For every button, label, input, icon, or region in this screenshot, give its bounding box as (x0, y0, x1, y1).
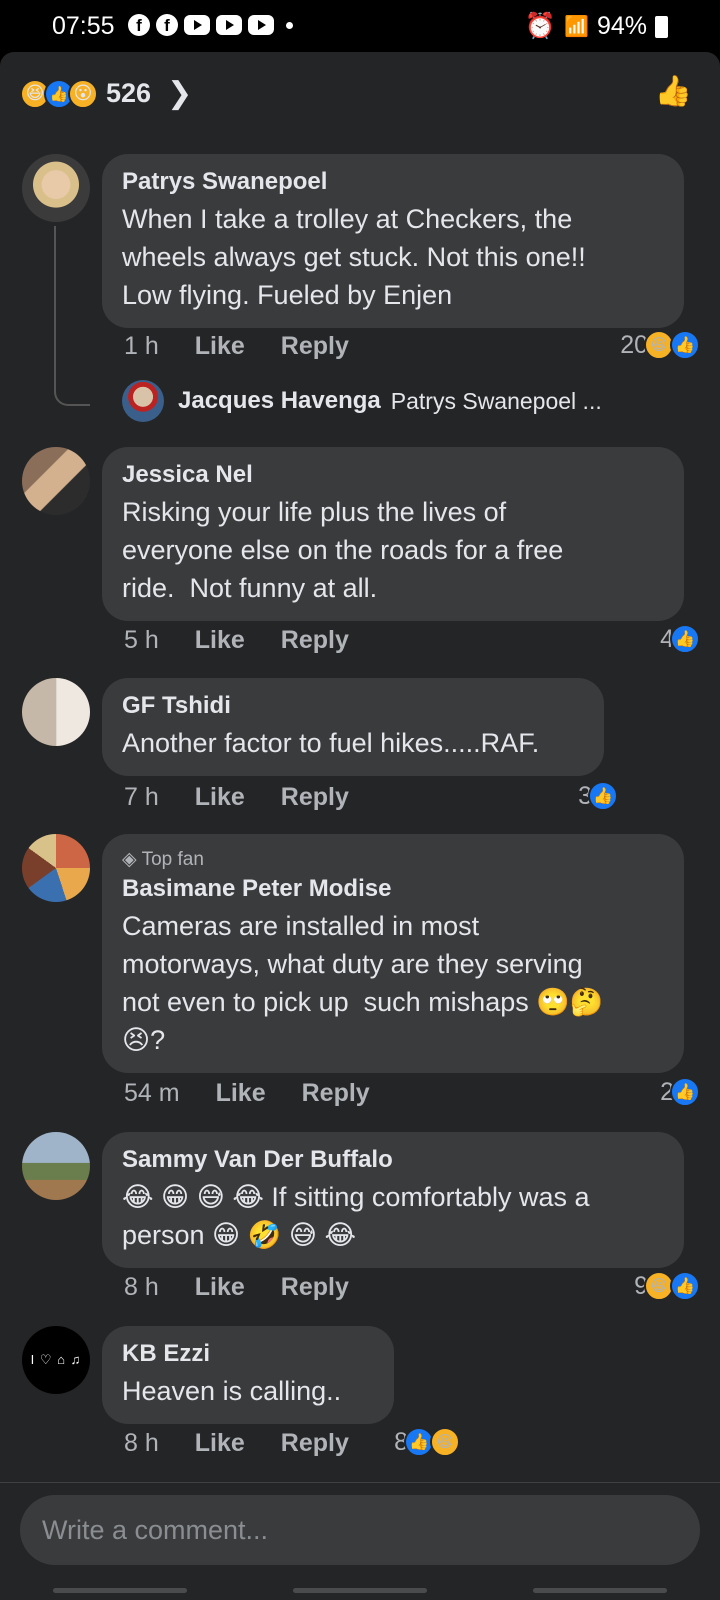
comment-text: Risking your life plus the lives of ever… (122, 497, 564, 603)
comment-time[interactable]: 1 h (124, 332, 159, 361)
gesture-bar (0, 1580, 720, 1600)
nav-recents[interactable] (53, 1587, 187, 1593)
comment-actions: 5 h Like Reply (124, 626, 349, 655)
comment-bubble[interactable]: KB Ezzi Heaven is calling.. (102, 1326, 394, 1424)
comment-text: 😂 😁 😅 😂 If sitting comfortably was a per… (122, 1182, 590, 1250)
like-link[interactable]: Like (195, 332, 245, 361)
comment-reactions[interactable]: 9 😆 👍 (634, 1271, 700, 1301)
like-reaction-icon: 👍 (670, 1271, 700, 1301)
comment-author[interactable]: KB Ezzi (122, 1340, 374, 1368)
comment-text: Cameras are installed in most motorways,… (122, 911, 604, 1055)
comment-time[interactable]: 8 h (124, 1273, 159, 1302)
comment-actions: 1 h Like Reply (124, 332, 349, 361)
avatar[interactable]: I ♡ ⌂ ♫ (22, 1326, 90, 1394)
comment-text: When I take a trolley at Checkers, the w… (122, 204, 586, 310)
comment-actions: 8 h Like Reply (124, 1273, 349, 1302)
wow-reaction-icon: 😮 (68, 78, 98, 109)
avatar[interactable] (22, 1132, 90, 1200)
top-fan-label: Top fan (141, 849, 204, 870)
avatar-logo-text: I ♡ ⌂ ♫ (30, 1352, 82, 1367)
more-notifications-icon (286, 21, 293, 29)
comment-author[interactable]: Sammy Van Der Buffalo (122, 1146, 664, 1174)
reaction-count: 526 (106, 78, 152, 108)
reply-link[interactable]: Reply (281, 1429, 349, 1458)
like-reaction-icon: 👍 (588, 781, 618, 811)
like-reaction-icon: 👍 (670, 1077, 700, 1107)
comment-bubble[interactable]: Sammy Van Der Buffalo 😂 😁 😅 😂 If sitting… (102, 1132, 684, 1268)
comment-composer[interactable] (20, 1495, 700, 1565)
youtube-icon (216, 15, 242, 35)
comment-reactions[interactable]: 20 😆 👍 (620, 330, 700, 360)
alarm-icon: ⏰ (524, 12, 557, 40)
like-link[interactable]: Like (195, 1429, 245, 1458)
facebook-icon: f (128, 14, 150, 36)
like-link[interactable]: Like (195, 1273, 245, 1302)
reply-link[interactable]: Reply (281, 332, 349, 361)
avatar[interactable] (22, 834, 90, 902)
comment-bubble[interactable]: GF Tshidi Another factor to fuel hikes..… (102, 678, 604, 776)
avatar[interactable] (22, 447, 90, 515)
comment-time[interactable]: 5 h (124, 626, 159, 655)
chevron-right-icon: ❯ (167, 77, 193, 110)
like-button-icon[interactable]: 👍 (655, 74, 692, 109)
comment-actions: 8 h Like Reply (124, 1429, 349, 1458)
notification-icons: f f (128, 14, 293, 36)
comment-reactions[interactable]: 2 👍 (660, 1077, 700, 1107)
comment-actions: 54 m Like Reply (124, 1079, 370, 1108)
comment-time[interactable]: 8 h (124, 1429, 159, 1458)
like-link[interactable]: Like (195, 626, 245, 655)
reply-link[interactable]: Reply (281, 626, 349, 655)
comment-input[interactable] (20, 1495, 700, 1565)
comment-author[interactable]: GF Tshidi (122, 692, 584, 720)
wifi-icon: 📶 (564, 16, 589, 38)
like-link[interactable]: Like (216, 1079, 266, 1108)
comment-bubble[interactable]: ◈ Top fan Basimane Peter Modise Cameras … (102, 834, 684, 1073)
reply-link[interactable]: Reply (302, 1079, 370, 1108)
avatar (122, 380, 164, 422)
nav-back[interactable] (533, 1587, 667, 1593)
comment-time[interactable]: 54 m (124, 1079, 180, 1108)
comments-panel: 😆 👍 😮 526 ❯ 👍 Patrys Swanepoel When I ta… (0, 52, 720, 1600)
comment-bubble[interactable]: Jessica Nel Risking your life plus the l… (102, 447, 684, 621)
like-reaction-icon: 👍 (670, 624, 700, 654)
comment-text: Another factor to fuel hikes.....RAF. (122, 728, 540, 758)
reactions-summary[interactable]: 😆 👍 😮 526 ❯ (20, 76, 192, 111)
battery-icon (655, 15, 668, 38)
comment-author[interactable]: Patrys Swanepoel (122, 168, 664, 196)
comment-reactions[interactable]: 4 👍 (660, 624, 700, 654)
comment-author[interactable]: Basimane Peter Modise (122, 875, 664, 903)
comment-reactions[interactable]: 8 👍 😆 (394, 1427, 460, 1457)
composer-divider (0, 1482, 720, 1483)
reply-link[interactable]: Reply (281, 783, 349, 812)
status-bar: 07:55 f f ⏰ 📶 94% (0, 0, 720, 52)
facebook-icon: f (156, 14, 178, 36)
battery-percent: 94% (596, 12, 647, 40)
haha-reaction-icon: 😆 (430, 1427, 460, 1457)
reply-preview[interactable]: Jacques Havenga Patrys Swanepoel ... (122, 380, 602, 422)
reply-link[interactable]: Reply (281, 1273, 349, 1302)
status-right: ⏰ 📶 94% (525, 12, 668, 41)
avatar[interactable] (22, 678, 90, 746)
comment-bubble[interactable]: Patrys Swanepoel When I take a trolley a… (102, 154, 684, 328)
nav-home[interactable] (293, 1587, 427, 1593)
comment-text: Heaven is calling.. (122, 1376, 342, 1406)
avatar[interactable] (22, 154, 90, 222)
youtube-icon (248, 15, 274, 35)
diamond-icon: ◈ (122, 849, 137, 870)
youtube-icon (184, 15, 210, 35)
reply-text: Patrys Swanepoel ... (390, 387, 602, 414)
comment-actions: 7 h Like Reply (124, 783, 349, 812)
top-fan-badge: ◈ Top fan (122, 848, 664, 871)
comment-time[interactable]: 7 h (124, 783, 159, 812)
like-link[interactable]: Like (195, 783, 245, 812)
like-reaction-icon: 👍 (670, 330, 700, 360)
comment-author[interactable]: Jessica Nel (122, 461, 664, 489)
comment-reactions[interactable]: 3 👍 (578, 781, 618, 811)
status-time: 07:55 (52, 12, 115, 40)
thread-line (54, 226, 90, 406)
reply-author: Jacques Havenga (178, 387, 381, 414)
